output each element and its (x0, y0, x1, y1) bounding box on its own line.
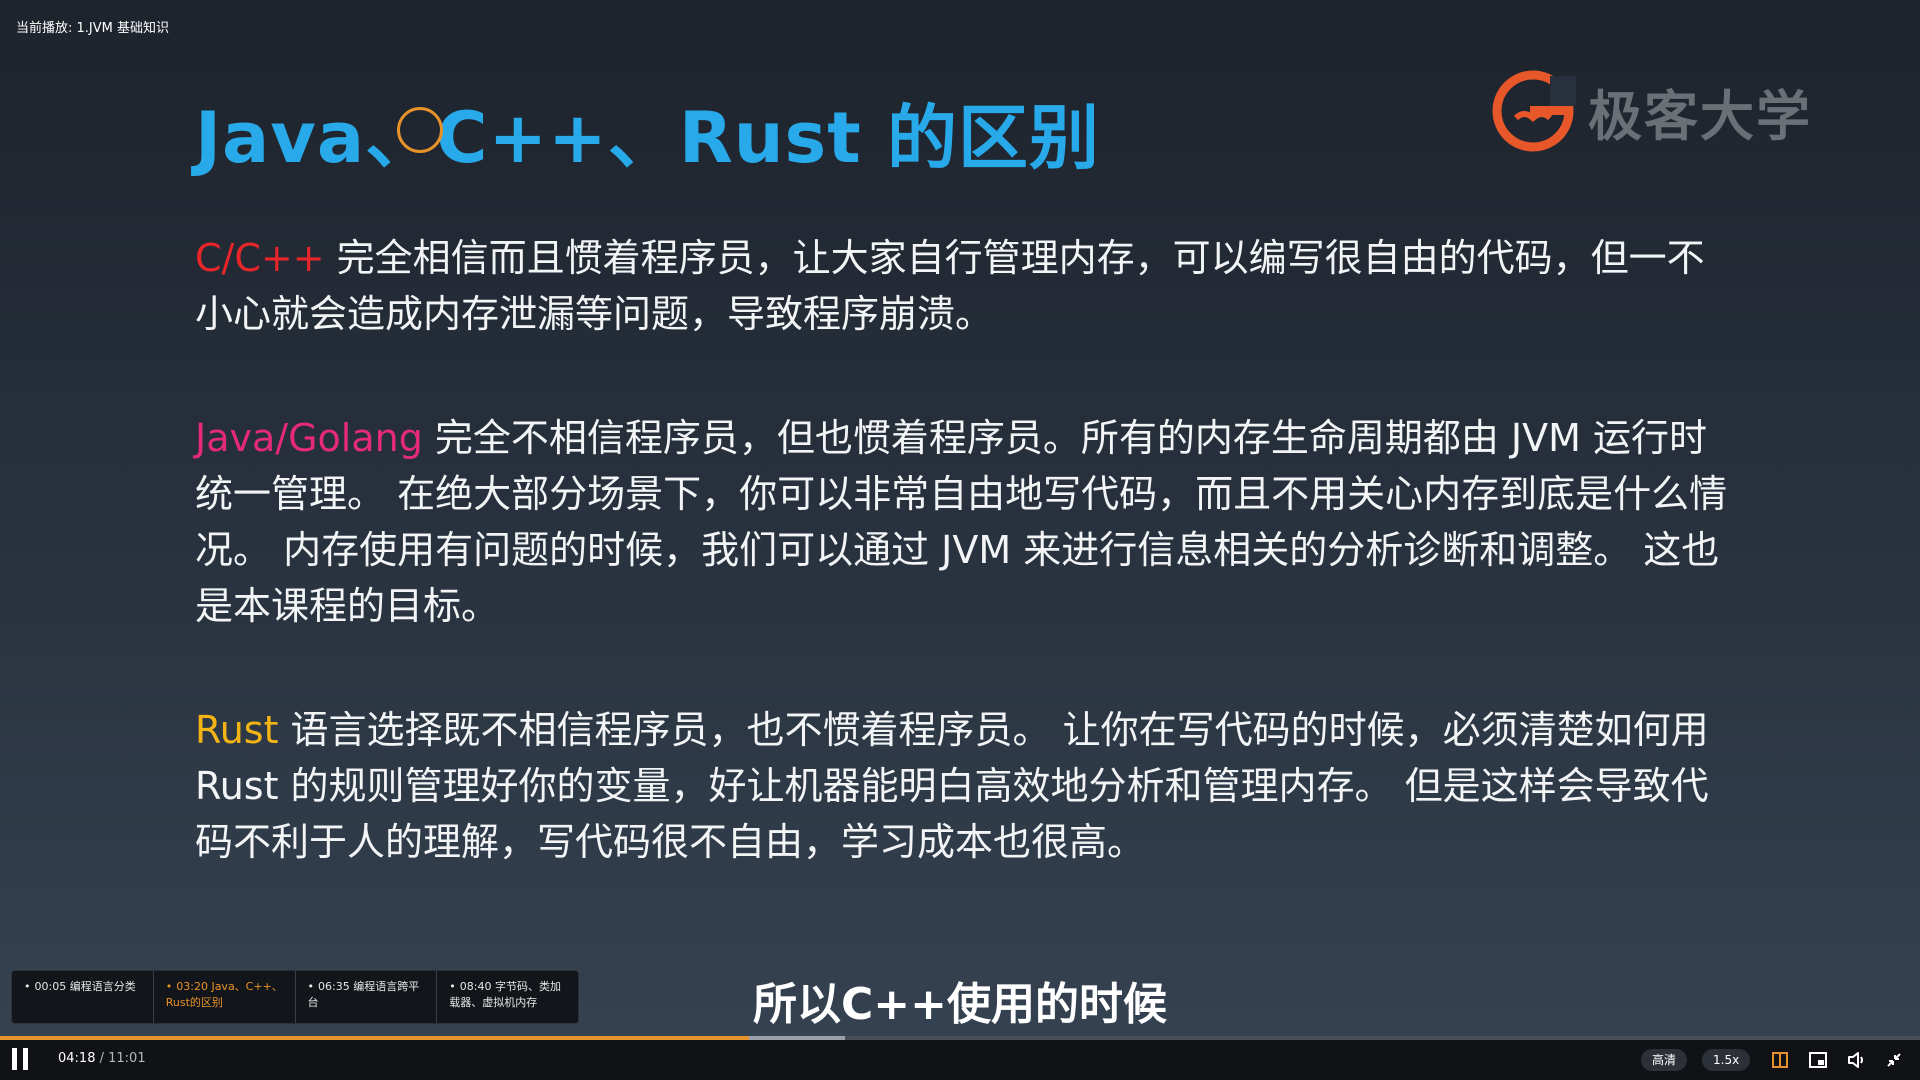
now-playing-label: 当前播放: 1.JVM 基础知识 (16, 21, 169, 36)
paragraph-java-golang: Java/Golang 完全不相信程序员，但也惯着程序员。所有的内存生命周期都由 … (195, 410, 1735, 634)
keyword-java-golang: Java/Golang (195, 416, 423, 460)
subtitle-caption: 所以C++使用的时候 (752, 979, 1168, 1030)
paragraph-text: 语言选择既不相信程序员，也不惯着程序员。 让你在写代码的时候，必须清楚如何用 R… (195, 708, 1709, 864)
geekbang-logo: 极客大学 (1490, 68, 1812, 154)
control-bar: 04:18 / 11:01 高清 1.5x (0, 1040, 1920, 1080)
pause-icon[interactable] (10, 1048, 32, 1072)
volume-icon[interactable] (1846, 1050, 1866, 1070)
chapters-icon[interactable] (1770, 1050, 1790, 1070)
cursor-highlight-icon (397, 107, 443, 153)
paragraph-text: 完全不相信程序员，但也惯着程序员。所有的内存生命周期都由 JVM 运行时统一管理… (195, 416, 1728, 628)
paragraph-text: 完全相信而且惯着程序员，让大家自行管理内存，可以编写很自由的代码，但一不小心就会… (195, 236, 1705, 336)
picture-in-picture-icon[interactable] (1808, 1050, 1828, 1070)
keyword-cpp: C/C++ (195, 236, 325, 280)
current-time: 04:18 (58, 1051, 96, 1066)
geekbang-logo-icon (1492, 70, 1576, 152)
exit-fullscreen-icon[interactable] (1884, 1050, 1904, 1070)
video-player[interactable]: 当前播放: 1.JVM 基础知识 Java、C++、Rust 的区别 极客大学 … (0, 0, 1920, 1080)
keyword-rust: Rust (195, 708, 279, 752)
quality-button[interactable]: 高清 (1641, 1049, 1688, 1071)
logo-text: 极客大学 (1588, 84, 1812, 148)
slide-title: Java、C++、Rust 的区别 (195, 97, 1101, 179)
time-display: 04:18 / 11:01 (58, 1051, 146, 1066)
speed-button[interactable]: 1.5x (1702, 1049, 1751, 1071)
total-time: 11:01 (108, 1051, 146, 1066)
time-separator: / (95, 1051, 109, 1066)
paragraph-cpp: C/C++ 完全相信而且惯着程序员，让大家自行管理内存，可以编写很自由的代码，但一… (195, 230, 1735, 342)
paragraph-rust: Rust 语言选择既不相信程序员，也不惯着程序员。 让你在写代码的时候，必须清楚如… (195, 702, 1735, 870)
